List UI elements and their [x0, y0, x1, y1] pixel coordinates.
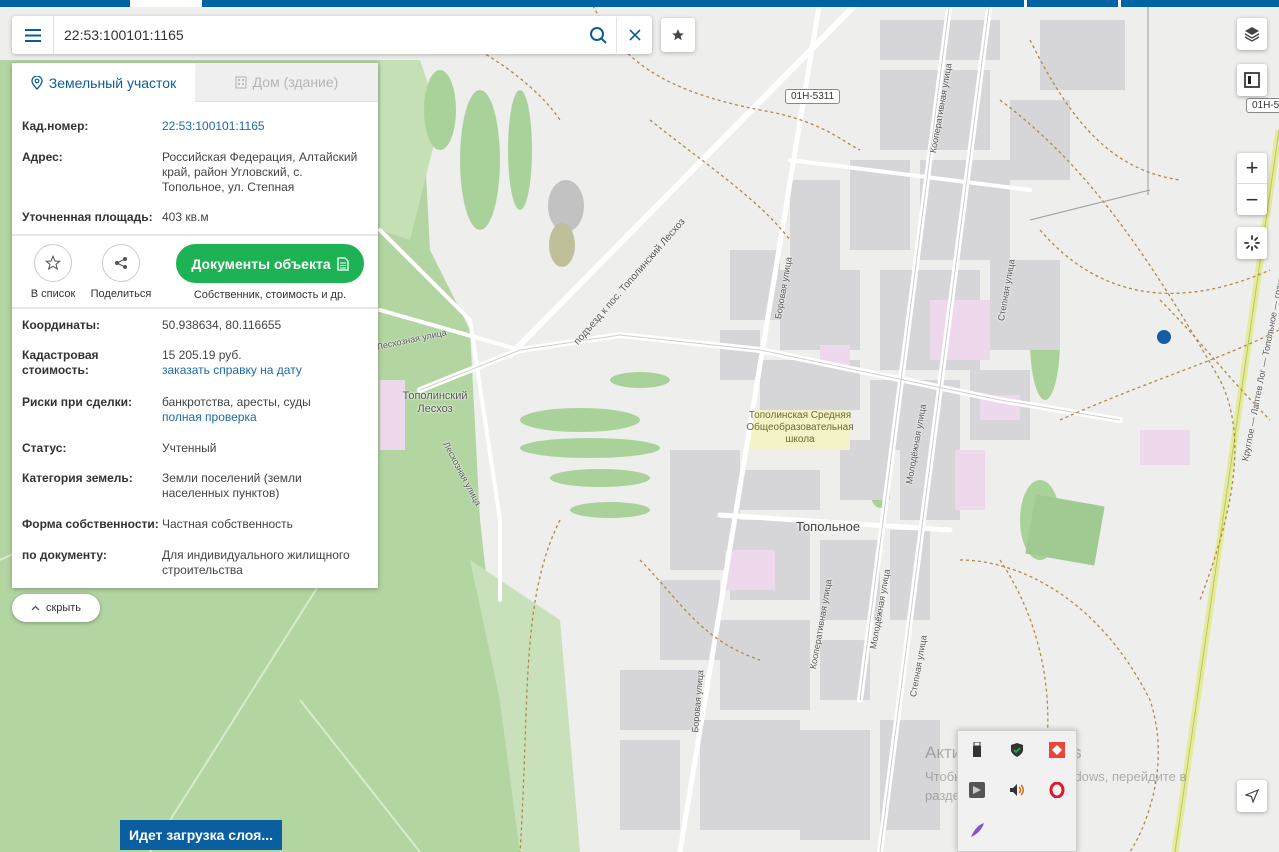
- navigation-arrow-icon: [1245, 789, 1259, 803]
- by-document-row: по документу: Для индивидуального жилищн…: [12, 548, 378, 578]
- status-label: Статус:: [22, 441, 67, 455]
- school-label: Тополинская Средняя Общеобразовательная …: [746, 410, 854, 445]
- share-button[interactable]: [102, 244, 140, 282]
- share-action: Поделиться: [90, 244, 152, 300]
- document-icon: [336, 256, 349, 271]
- hide-panel-label: скрыть: [45, 602, 82, 614]
- road-shield-right: 01Н-5: [1246, 98, 1279, 113]
- building-icon: [235, 75, 247, 89]
- area-value: 403 кв.м: [162, 210, 209, 224]
- land-category-value: Земли поселений (земли населенных пункто…: [162, 471, 302, 500]
- address-value: Российская Федерация, Алтайский край, ра…: [162, 150, 358, 194]
- tab-building[interactable]: Дом (здание): [195, 63, 378, 102]
- basemap-button[interactable]: [1237, 64, 1267, 96]
- opera-icon[interactable]: [1048, 781, 1066, 799]
- address-row: Адрес: Российская Федерация, Алтайский к…: [12, 150, 378, 195]
- cad-number-label: Кад.номер:: [22, 119, 89, 133]
- object-documents-subtitle: Собственник, стоимость и др.: [193, 289, 347, 301]
- layers-icon: [1244, 27, 1260, 42]
- cadastral-cost-row: Кадастровая стоимость: 15 205.19 руб. за…: [12, 348, 378, 378]
- cad-number-link[interactable]: 22:53:100101:1165: [162, 119, 362, 134]
- app-tray-icon[interactable]: [968, 781, 986, 799]
- cadastral-cost-label: Кадастровая стоимость:: [22, 348, 99, 377]
- status-row: Статус: Учтенный: [12, 441, 378, 456]
- by-document-label: по документу:: [22, 548, 107, 562]
- area-label: Уточненная площадь:: [22, 210, 153, 224]
- usb-drive-icon[interactable]: [968, 741, 986, 759]
- panel-tabs: Земельный участок Дом (здание): [12, 63, 378, 102]
- add-to-list-label: В список: [30, 288, 76, 300]
- add-to-list-action: В список: [30, 244, 76, 300]
- village-label: Топольное: [796, 519, 861, 534]
- address-label: Адрес:: [22, 150, 63, 164]
- ownership-row: Форма собственности: Частная собственнос…: [12, 517, 378, 532]
- info-panel: Земельный участок Дом (здание) Кад.номер…: [12, 63, 378, 588]
- speaker-icon[interactable]: [1008, 781, 1026, 799]
- star-icon: [672, 29, 684, 41]
- map-frame-icon: [1244, 72, 1260, 88]
- by-document-value: Для индивидуального жилищного строительс…: [162, 548, 350, 577]
- loading-spinner-button[interactable]: [1237, 227, 1267, 259]
- clear-button[interactable]: [616, 17, 652, 53]
- layer-loading-status: Идет загрузка слоя...: [120, 820, 282, 850]
- coords-label: Координаты:: [22, 318, 101, 332]
- status-value: Учтенный: [162, 441, 217, 455]
- layers-button[interactable]: [1237, 18, 1267, 50]
- star-outline-icon: [45, 255, 61, 271]
- locate-button[interactable]: [1237, 780, 1267, 812]
- top-progress-strip: [0, 0, 1279, 7]
- risk-label: Риски при сделки:: [22, 395, 133, 409]
- divider: [12, 234, 378, 236]
- order-certificate-link[interactable]: заказать справку на дату: [162, 363, 362, 378]
- hamburger-icon: [24, 28, 41, 42]
- coords-value: 50.938634, 80.116655: [162, 318, 282, 332]
- risk-row: Риски при сделки: банкротства, аресты, с…: [12, 395, 378, 425]
- tab-building-label: Дом (здание): [252, 74, 339, 90]
- ownership-value: Частная собственность: [162, 517, 293, 531]
- risk-value: банкротства, аресты, суды: [162, 395, 311, 409]
- favorites-button[interactable]: [661, 18, 695, 52]
- feather-icon[interactable]: [968, 821, 986, 839]
- cadastral-cost-value: 15 205.19 руб.: [162, 348, 242, 362]
- search-button[interactable]: [580, 17, 616, 53]
- land-category-label: Категория земель:: [22, 471, 133, 485]
- anydesk-icon[interactable]: [1048, 741, 1066, 759]
- system-tray-overflow: [957, 730, 1077, 852]
- coords-row: Координаты: 50.938634, 80.116655: [12, 318, 378, 333]
- object-documents-button[interactable]: Документы объекта: [176, 244, 364, 283]
- ownership-label: Форма собственности:: [22, 517, 159, 531]
- close-icon: [628, 29, 641, 41]
- cad-number-row: Кад.номер: 22:53:100101:1165: [12, 119, 378, 134]
- full-check-link[interactable]: полная проверка: [162, 410, 362, 425]
- add-to-list-button[interactable]: [34, 244, 72, 282]
- road-shield: 01Н-5311: [785, 89, 841, 104]
- security-shield-icon[interactable]: [1008, 741, 1026, 759]
- chevron-up-icon: [31, 605, 40, 611]
- map-pin-icon: [31, 75, 43, 90]
- hide-panel-button[interactable]: скрыть: [12, 594, 100, 622]
- search-input[interactable]: [54, 17, 580, 53]
- tab-land-plot[interactable]: Земельный участок: [12, 63, 195, 102]
- forest-label: Тополинский Лесхоз: [402, 390, 468, 415]
- spinner-icon: [1244, 235, 1260, 251]
- tab-land-plot-label: Земельный участок: [48, 74, 177, 91]
- search-bar: [12, 16, 652, 54]
- divider: [12, 307, 378, 309]
- search-icon: [590, 27, 607, 44]
- zoom-control: + −: [1237, 153, 1267, 215]
- zoom-in-button[interactable]: +: [1237, 153, 1267, 184]
- area-row: Уточненная площадь: 403 кв.м: [12, 210, 378, 225]
- land-category-row: Категория земель: Земли поселений (земли…: [12, 471, 378, 501]
- zoom-out-button[interactable]: −: [1237, 184, 1267, 215]
- menu-button[interactable]: [12, 16, 54, 54]
- share-icon: [115, 257, 127, 269]
- object-documents-label: Документы объекта: [191, 255, 331, 272]
- share-label: Поделиться: [90, 288, 152, 300]
